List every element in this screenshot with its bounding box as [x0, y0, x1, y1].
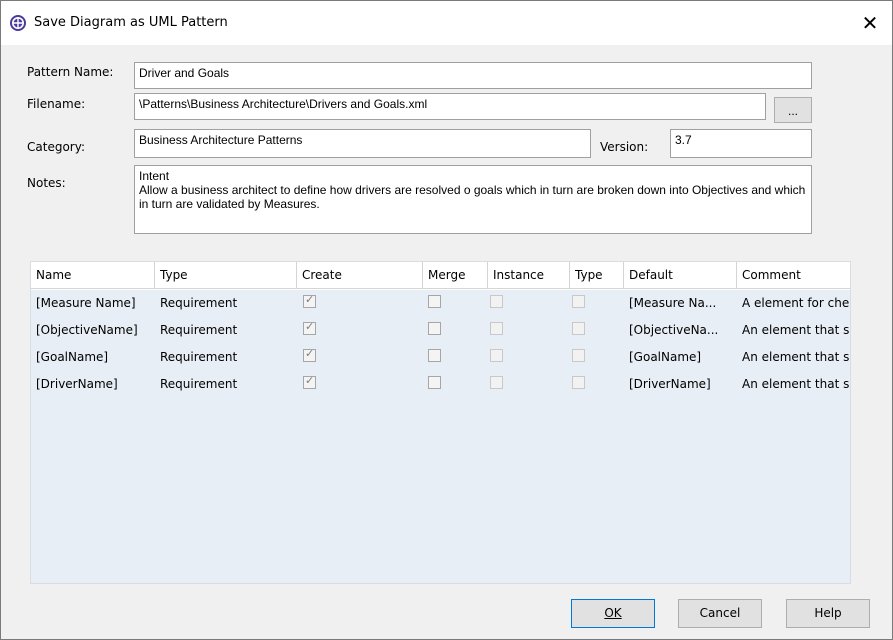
type-checkbox[interactable]	[572, 322, 585, 335]
browse-button[interactable]: ...	[774, 97, 812, 123]
version-label: Version:	[600, 140, 649, 154]
pattern-name-field[interactable]: Driver and Goals	[134, 62, 812, 89]
cell-comment: An element that s...	[742, 377, 850, 391]
instance-checkbox[interactable]	[490, 322, 503, 335]
cell-comment: A element for che...	[742, 296, 850, 310]
cell-default: [DriverName]	[629, 377, 711, 391]
column-header-default[interactable]: Default	[624, 262, 737, 289]
help-button-label: Help	[814, 606, 842, 620]
cell-default: [Measure Na...	[629, 296, 717, 310]
column-header-name[interactable]: Name	[31, 262, 155, 289]
create-checkbox[interactable]: ✓	[303, 348, 316, 362]
instance-checkbox[interactable]	[490, 295, 503, 308]
checkmark-icon: ✓	[305, 375, 315, 387]
cell-type: Requirement	[160, 377, 238, 391]
cell-name: [ObjectiveName]	[36, 323, 138, 337]
title-bar: Save Diagram as UML Pattern ✕	[1, 1, 892, 45]
grid-header: Name Type Create Merge Instance Type Def…	[31, 262, 850, 290]
pattern-elements-grid: Name Type Create Merge Instance Type Def…	[30, 261, 851, 584]
category-field[interactable]: Business Architecture Patterns	[134, 129, 591, 158]
type-checkbox[interactable]	[572, 295, 585, 308]
table-row[interactable]: [DriverName] Requirement ✓ [DriverName] An e…	[31, 371, 850, 398]
cell-default: [GoalName]	[629, 350, 702, 364]
version-field[interactable]: 3.7	[670, 129, 812, 158]
merge-checkbox[interactable]	[428, 295, 441, 308]
instance-checkbox[interactable]	[490, 349, 503, 362]
merge-checkbox[interactable]	[428, 376, 441, 389]
type-checkbox[interactable]	[572, 349, 585, 362]
instance-checkbox[interactable]	[490, 376, 503, 389]
table-row[interactable]: [ObjectiveName] Requirement ✓ [ObjectiveNa.…	[31, 317, 850, 344]
filename-label: Filename:	[27, 97, 86, 111]
cell-default: [ObjectiveNa...	[629, 323, 719, 337]
create-checkbox[interactable]: ✓	[303, 321, 316, 335]
cell-name: [GoalName]	[36, 350, 109, 364]
cell-comment: An element that s...	[742, 323, 850, 337]
column-header-type[interactable]: Type	[155, 262, 297, 289]
column-header-merge[interactable]: Merge	[423, 262, 488, 289]
cancel-button[interactable]: Cancel	[678, 599, 762, 628]
checkmark-icon: ✓	[305, 294, 315, 306]
column-header-type-flag[interactable]: Type	[570, 262, 624, 289]
window-title: Save Diagram as UML Pattern	[34, 15, 228, 30]
save-pattern-dialog: Save Diagram as UML Pattern ✕ Pattern Na…	[0, 0, 893, 640]
column-header-comment[interactable]: Comment	[737, 262, 850, 289]
notes-field[interactable]: Intent Allow a business architect to def…	[134, 165, 812, 234]
cell-name: [DriverName]	[36, 377, 118, 391]
table-row[interactable]: [Measure Name] Requirement ✓ [Measure Na...…	[31, 290, 850, 317]
cell-type: Requirement	[160, 350, 238, 364]
create-checkbox[interactable]: ✓	[303, 375, 316, 389]
checkmark-icon: ✓	[305, 321, 315, 333]
table-row[interactable]: [GoalName] Requirement ✓ [GoalName] An eleme…	[31, 344, 850, 371]
type-checkbox[interactable]	[572, 376, 585, 389]
cell-type: Requirement	[160, 296, 238, 310]
help-button[interactable]: Help	[786, 599, 870, 628]
cancel-button-label: Cancel	[699, 606, 741, 620]
cell-comment: An element that s...	[742, 350, 850, 364]
close-icon[interactable]: ✕	[848, 1, 892, 45]
ok-button-label: OK	[604, 606, 622, 620]
notes-label: Notes:	[27, 176, 66, 190]
pattern-name-label: Pattern Name:	[27, 65, 114, 79]
column-header-create[interactable]: Create	[297, 262, 423, 289]
create-checkbox[interactable]: ✓	[303, 294, 316, 308]
checkmark-icon: ✓	[305, 348, 315, 360]
filename-field[interactable]: \Patterns\Business Architecture\Drivers …	[134, 93, 766, 120]
column-header-instance[interactable]: Instance	[488, 262, 570, 289]
ok-button[interactable]: OK	[571, 599, 655, 628]
merge-checkbox[interactable]	[428, 322, 441, 335]
cell-type: Requirement	[160, 323, 238, 337]
cell-name: [Measure Name]	[36, 296, 136, 310]
merge-checkbox[interactable]	[428, 349, 441, 362]
category-label: Category:	[27, 140, 85, 154]
app-logo-icon	[9, 14, 27, 32]
